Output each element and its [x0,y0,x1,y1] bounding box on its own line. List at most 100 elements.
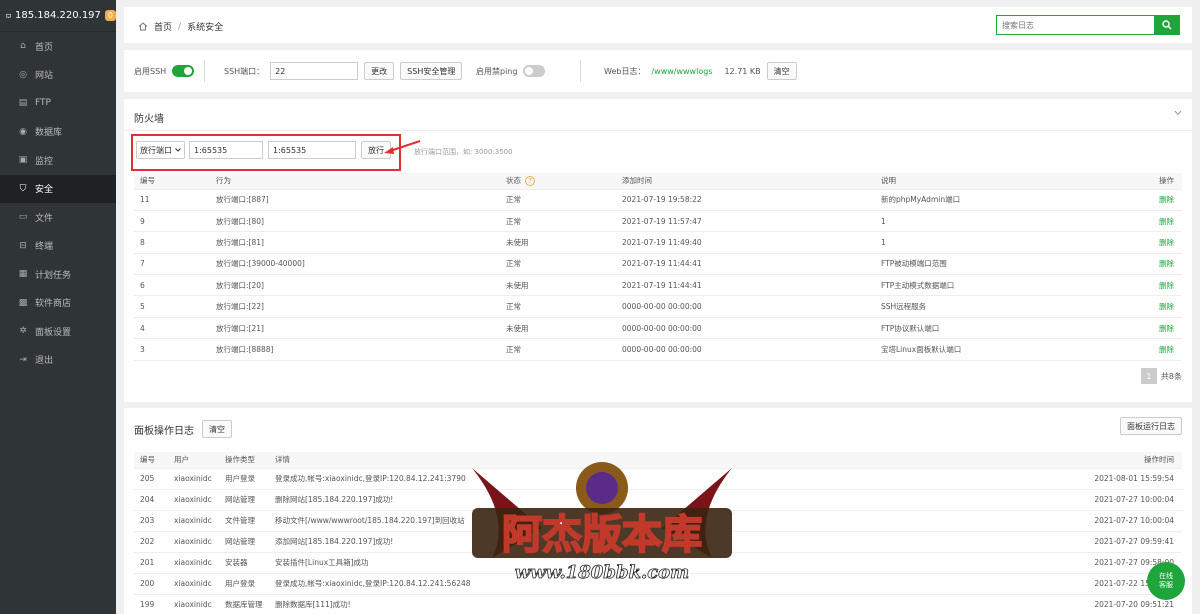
cell-action: 放行端口:[8888] [210,338,500,361]
column-header: 用户 [168,452,219,469]
sidebar-item[interactable]: ▩ 软件商店 [0,289,116,318]
cell-time: 0000-00-00 00:00:00 [616,338,875,361]
firewall-table: 编号 行为 状态? 添加时间 说明 操作 11 放行端口:[887] 正常 2021-07-19… [134,173,1182,361]
globe-icon: ◎ [19,69,27,80]
cell-status: 未使用 [500,231,616,254]
delete-link[interactable]: 删除 [1133,253,1182,276]
log-title: 面板操作日志 [134,425,194,437]
cell-id: 3 [134,338,210,361]
column-header: 编号 [134,173,210,190]
sidebar-item[interactable]: ◎ 网站 [0,61,116,90]
column-header: 状态? [500,173,616,190]
security-options-bar: 启用SSH SSH端口： 22 更改 SSH安全管理 启用禁ping Web日志… [124,50,1192,92]
monitor-icon: ▣ [18,155,28,166]
cell-time: 0000-00-00 00:00:00 [616,295,875,318]
table-row: 3 放行端口:[8888] 正常 0000-00-00 00:00:00 宝塔Linux… [134,338,1182,361]
sidebar-item[interactable]: ▦ 计划任务 [0,260,116,289]
table-row: 5 放行端口:[22] 正常 0000-00-00 00:00:00 SSH远程服务 删除 [134,295,1182,318]
delete-link[interactable]: 删除 [1133,317,1182,340]
sidebar-item[interactable]: ✲ 面板设置 [0,317,116,346]
cell-user: xiaoxinidc [168,510,219,532]
sidebar-item[interactable]: ⛉ 安全 [0,174,116,203]
column-header: 编号 [134,452,168,469]
notification-badge[interactable]: 0 [104,10,116,21]
cell-type: 数据库管理 [219,594,269,614]
cell-status: 正常 [500,253,616,276]
database-icon: ◉ [19,126,27,137]
weblog-path-link[interactable]: /www/wwwlogs [651,67,712,76]
cell-time: 2021-07-19 11:57:47 [616,210,875,233]
change-port-button[interactable]: 更改 [364,62,395,80]
sidebar-item[interactable]: ▭ 文件 [0,203,116,232]
cell-user: xiaoxinidc [168,573,219,595]
ssh-toggle[interactable] [172,65,195,77]
sidebar-item-label: 软件商店 [35,299,72,310]
help-icon[interactable]: ? [525,176,535,187]
table-row: 9 放行端口:[80] 正常 2021-07-19 11:57:47 1 删除 [134,210,1182,233]
divider [580,60,581,82]
search-input[interactable] [997,16,1154,34]
sidebar-item[interactable]: ⇥ 退出 [0,346,116,375]
home-icon [138,22,148,31]
sidebar-item-label: 终端 [35,242,54,253]
cell-status: 未使用 [500,317,616,340]
table-row: 8 放行端口:[81] 未使用 2021-07-19 11:49:40 1 删除 [134,231,1182,254]
pagination: 1 共8条 [1140,368,1182,384]
ssh-port-input[interactable]: 22 [270,62,359,80]
port-input[interactable]: 1:65535 [189,141,263,159]
apps-icon: ▩ [18,297,28,308]
watermark-url: www.180bbk.com [515,562,689,583]
search-button[interactable] [1154,16,1179,34]
cell-id: 203 [134,510,168,532]
ssh-label: 启用SSH [134,66,167,76]
ftp-icon: ▤ [18,98,28,109]
logout-icon: ⇥ [19,354,27,365]
firewall-title: 防火墙 [134,114,164,125]
delete-link[interactable]: 删除 [1133,210,1182,233]
sidebar-item-label: 数据库 [35,128,63,139]
run-log-button[interactable]: 面板运行日志 [1120,417,1182,435]
breadcrumb-home[interactable]: 首页 [154,20,172,33]
ping-toggle[interactable] [523,65,546,77]
cell-id: 8 [134,231,210,254]
rule-type-select[interactable]: 放行端口 [136,141,185,159]
cell-type: 网站管理 [219,531,269,553]
sidebar-item-label: 安全 [35,185,54,196]
port-hint: 放行端口范围，如: 3000:3500 [414,148,513,156]
ssh-manage-button[interactable]: SSH安全管理 [400,62,463,80]
online-support-button[interactable]: 在线 客服 [1147,562,1185,600]
chevron-down-icon [175,148,181,152]
cell-id: 9 [134,210,210,233]
log-search [996,15,1180,35]
sidebar: 185.184.220.197 0 ⌂ 首页 ◎ 网站 ▤ FTP ◉ 数据库 ▣ 监控 ⛉ 安全 ▭ 文… [0,0,116,614]
cell-action: 放行端口:[81] [210,231,500,254]
cell-time: 2021-07-19 11:44:41 [616,253,875,276]
log-clear-button[interactable]: 清空 [202,420,232,438]
breadcrumb-current: 系统安全 [187,23,224,33]
delete-link[interactable]: 删除 [1133,189,1182,211]
table-row: 4 放行端口:[21] 未使用 0000-00-00 00:00:00 FTP协议默认端… [134,317,1182,340]
sidebar-item[interactable]: ⊟ 终端 [0,232,116,261]
collapse-icon[interactable] [1174,110,1182,116]
sidebar-item[interactable]: ◉ 数据库 [0,118,116,147]
delete-link[interactable]: 删除 [1133,295,1182,318]
sidebar-item[interactable]: ▣ 监控 [0,146,116,175]
cell-id: 204 [134,489,168,511]
delete-link[interactable]: 删除 [1133,231,1182,254]
delete-link[interactable]: 删除 [1133,338,1182,361]
port-range-input[interactable]: 1:65535 [268,141,356,159]
sidebar-item[interactable]: ⌂ 首页 [0,32,116,61]
weblog-clear-button[interactable]: 清空 [766,62,797,80]
cell-action: 放行端口:[80] [210,210,500,233]
calendar-icon: ▦ [18,269,28,280]
cell-time: 2021-07-19 19:58:22 [616,189,875,211]
cell-type: 用户登录 [219,573,269,595]
sidebar-item[interactable]: ▤ FTP [0,89,116,118]
cell-note: 新的phpMyAdmin端口 [875,189,1133,211]
cell-user: xiaoxinidc [168,531,219,553]
table-row: 7 放行端口:[39000-40000] 正常 2021-07-19 11:44:41… [134,253,1182,276]
delete-link[interactable]: 删除 [1133,274,1182,297]
page-number[interactable]: 1 [1140,368,1157,384]
watermark-title: 阿杰版本库 [502,512,702,558]
ssh-port-group: SSH端口： 22 更改 SSH安全管理 [224,62,463,80]
